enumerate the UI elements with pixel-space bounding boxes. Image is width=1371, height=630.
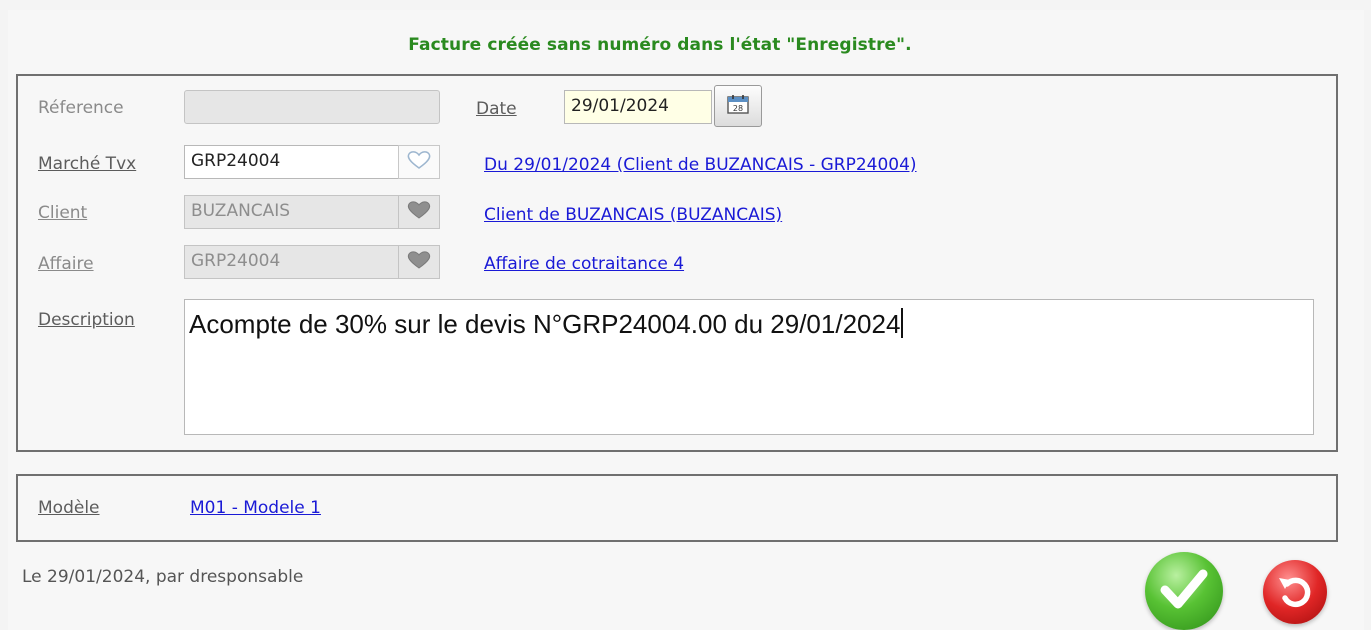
validate-button[interactable] <box>1145 552 1223 630</box>
heart-filled-icon <box>405 250 433 274</box>
calendar-button[interactable]: 28 <box>714 85 762 127</box>
affaire-label[interactable]: Affaire <box>38 254 94 274</box>
heart-filled-icon <box>405 200 433 224</box>
client-link[interactable]: Client de BUZANCAIS (BUZANCAIS) <box>484 205 782 225</box>
calendar-icon: 28 <box>726 93 750 119</box>
undo-icon <box>1275 570 1315 614</box>
marche-dropdown-button[interactable] <box>398 145 440 179</box>
marche-label[interactable]: Marché Tvx <box>38 154 136 174</box>
description-label[interactable]: Description <box>38 310 135 330</box>
reference-label: Réference <box>38 98 124 118</box>
checkmark-icon <box>1159 566 1209 616</box>
description-text: Acompte de 30% sur le devis N°GRP24004.0… <box>189 309 901 339</box>
creation-info: Le 29/01/2024, par dresponsable <box>22 567 304 587</box>
description-textarea[interactable]: Acompte de 30% sur le devis N°GRP24004.0… <box>184 299 1314 435</box>
status-notice: Facture créée sans numéro dans l'état "E… <box>408 35 912 55</box>
client-field[interactable]: BUZANCAIS <box>184 195 400 229</box>
heart-outline-icon <box>405 150 433 174</box>
affaire-field[interactable]: GRP24004 <box>184 245 400 279</box>
affaire-dropdown-button[interactable] <box>398 245 440 279</box>
marche-link[interactable]: Du 29/01/2024 (Client de BUZANCAIS - GRP… <box>484 155 917 175</box>
client-label[interactable]: Client <box>38 203 87 223</box>
model-label[interactable]: Modèle <box>38 498 100 518</box>
reference-field[interactable] <box>184 90 440 124</box>
svg-text:28: 28 <box>733 104 743 113</box>
date-label[interactable]: Date <box>476 99 517 119</box>
marche-field[interactable]: GRP24004 <box>184 145 400 179</box>
client-dropdown-button[interactable] <box>398 195 440 229</box>
cancel-button[interactable] <box>1263 560 1327 624</box>
affaire-link[interactable]: Affaire de cotraitance 4 <box>484 254 684 274</box>
date-field[interactable]: 29/01/2024 <box>564 90 712 124</box>
model-link[interactable]: M01 - Modele 1 <box>190 498 321 518</box>
text-caret <box>901 308 904 338</box>
